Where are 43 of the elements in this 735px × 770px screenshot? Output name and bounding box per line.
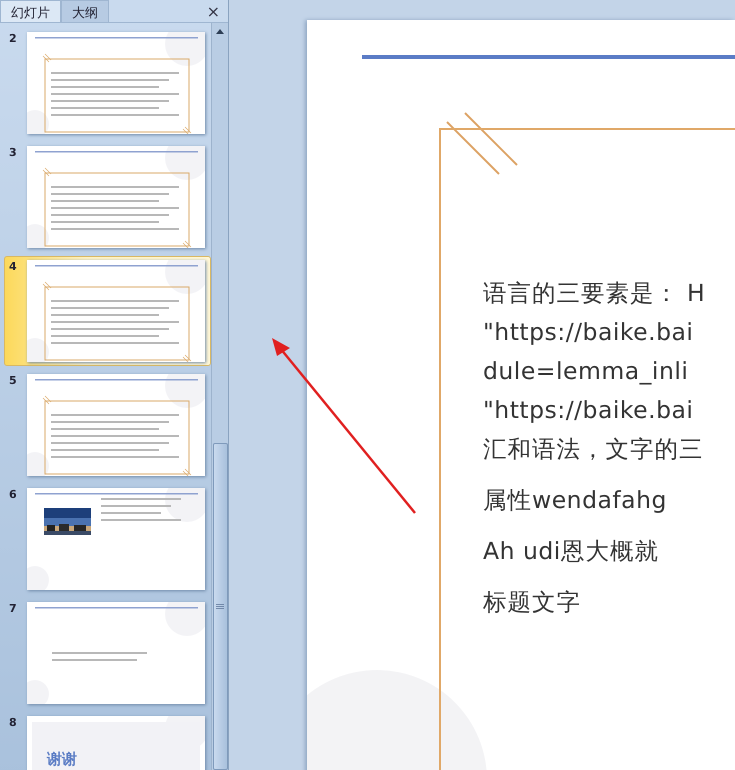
- panel-tab[interactable]: 幻灯片: [0, 0, 61, 22]
- body-text: 属性wendafahg: [483, 485, 668, 516]
- slide-number: 7: [9, 602, 18, 615]
- circle-decoration: [27, 338, 49, 362]
- slide-thumbnail[interactable]: [27, 32, 205, 134]
- slide-thumbnail[interactable]: 谢谢: [27, 716, 205, 770]
- slide-item[interactable]: 8 谢谢: [4, 712, 211, 770]
- circle-decoration: [165, 32, 205, 66]
- panel-tab[interactable]: 大纲: [61, 0, 109, 22]
- grip-icon: [216, 604, 224, 610]
- slide-number: 6: [9, 488, 18, 501]
- circle-decoration: [165, 374, 205, 408]
- circle-decoration: [165, 260, 205, 294]
- slide-title: 谢谢: [47, 750, 77, 769]
- slide-number: 5: [9, 374, 18, 387]
- slide-number: 4: [9, 260, 18, 273]
- slide-item[interactable]: 7: [4, 598, 211, 708]
- slide-item[interactable]: 2: [4, 28, 211, 138]
- circle-decoration: [165, 488, 205, 522]
- circle-decoration: [27, 566, 49, 590]
- circle-decoration: [27, 452, 49, 476]
- slide-item[interactable]: 4: [4, 256, 211, 366]
- circle-decoration: [165, 146, 205, 180]
- slide-number: 8: [9, 716, 18, 729]
- slide-number: 2: [9, 32, 18, 45]
- circle-decoration: [27, 680, 49, 704]
- slide-thumbnail[interactable]: [27, 488, 205, 590]
- slide-thumbnail[interactable]: [27, 374, 205, 476]
- body-text: Ah udi恩大概就: [483, 536, 660, 567]
- circle-decoration: [27, 224, 49, 248]
- scrollbar-thumb[interactable]: [212, 443, 228, 770]
- body-text: 语言的三要素是： H "https://baike.bai dule=lemma_inli "https://baike.bai 汇和语法，文字的三: [483, 278, 706, 465]
- circle-decoration: [27, 110, 49, 134]
- body-text: 标题文字: [483, 587, 582, 618]
- circle-decoration: [165, 602, 205, 636]
- close-button[interactable]: ×: [198, 0, 228, 22]
- slide-item[interactable]: 3: [4, 142, 211, 252]
- slide-thumbnail[interactable]: [27, 146, 205, 248]
- slide-thumbnail[interactable]: [27, 602, 205, 704]
- slide-number: 3: [9, 146, 18, 159]
- slide-item[interactable]: 5: [4, 370, 211, 480]
- slide-thumbnail[interactable]: [27, 260, 205, 362]
- slide-item[interactable]: 6: [4, 484, 211, 594]
